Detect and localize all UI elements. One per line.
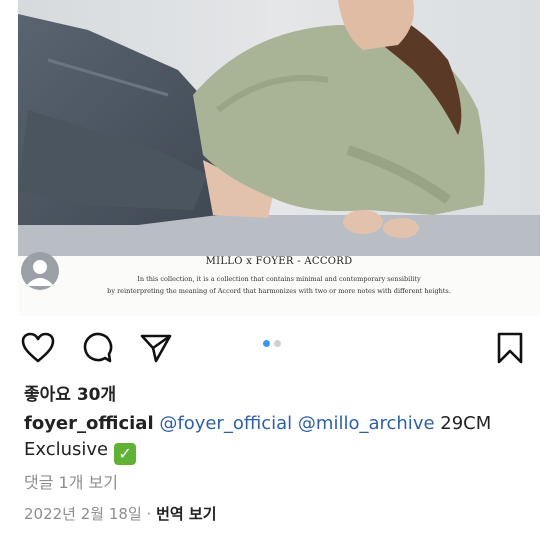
translate-link[interactable]: 번역 보기 <box>156 505 216 523</box>
bookmark-icon <box>497 332 523 364</box>
send-icon <box>140 334 172 363</box>
save-button[interactable] <box>488 326 532 370</box>
collection-title: MILLO x FOYER - ACCORD <box>205 256 353 267</box>
action-bar <box>0 326 554 370</box>
collection-description-line2: by reinterpreting the meaning of Accord … <box>107 287 451 295</box>
carousel-indicator <box>263 340 281 348</box>
like-count[interactable]: 좋아요 30개 <box>24 380 116 405</box>
comment-icon <box>83 332 113 363</box>
view-comments-link[interactable]: 댓글 1개 보기 <box>24 469 118 493</box>
user-silhouette-icon <box>26 260 54 286</box>
post-date: 2022년 2월 18일 <box>24 505 142 523</box>
fashion-photo <box>18 0 540 256</box>
instagram-post: MILLO x FOYER - ACCORD In this collectio… <box>0 0 554 554</box>
caption-text: 29CM <box>440 413 492 434</box>
post-caption: foyer_official @foyer_official @millo_ar… <box>24 411 534 465</box>
share-button[interactable] <box>134 326 178 370</box>
image-text-panel: MILLO x FOYER - ACCORD In this collectio… <box>18 256 540 316</box>
post-image[interactable]: MILLO x FOYER - ACCORD In this collectio… <box>18 0 540 316</box>
mention-foyer[interactable]: @foyer_official <box>159 413 292 434</box>
post-meta: 2022년 2월 18일 · 번역 보기 <box>24 503 217 524</box>
author-username[interactable]: foyer_official <box>24 413 154 434</box>
avatar[interactable] <box>21 252 59 290</box>
heart-icon <box>21 332 55 363</box>
carousel-dot <box>274 340 281 347</box>
mention-millo[interactable]: @millo_archive <box>298 413 435 434</box>
carousel-dot-active <box>263 340 270 347</box>
check-mark-icon: ✓ <box>114 443 137 465</box>
caption-text-line2: Exclusive <box>24 439 109 460</box>
collection-description-line1: In this collection, it is a collection t… <box>137 275 421 283</box>
like-button[interactable] <box>16 326 60 370</box>
separator: · <box>146 505 152 523</box>
comment-button[interactable] <box>75 326 119 370</box>
